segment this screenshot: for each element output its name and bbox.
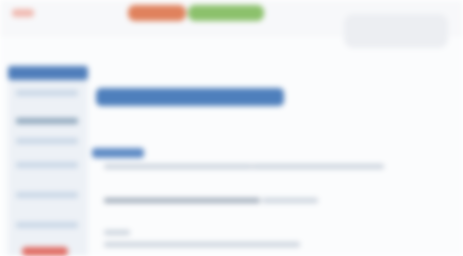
sidebar [8, 66, 88, 256]
content-text-line [104, 164, 252, 169]
content-text-line [252, 164, 384, 169]
sidebar-item[interactable] [16, 222, 78, 228]
sidebar-action-button[interactable] [22, 247, 68, 256]
search-input[interactable] [344, 14, 448, 48]
content-text-line [104, 198, 260, 203]
nav-tab-primary[interactable] [128, 5, 186, 21]
nav-tab-secondary[interactable] [188, 5, 264, 21]
content-text-line [104, 230, 130, 235]
sidebar-item[interactable] [16, 90, 78, 96]
page [0, 0, 463, 256]
content-text-line [262, 198, 318, 203]
sidebar-item[interactable] [16, 138, 78, 144]
section-title [92, 148, 144, 158]
main-banner [96, 88, 284, 106]
content-text-line [104, 242, 300, 247]
sidebar-header [8, 66, 88, 80]
sidebar-item[interactable] [16, 118, 78, 124]
sidebar-item[interactable] [16, 192, 78, 198]
sidebar-item[interactable] [16, 162, 78, 168]
brand-logo[interactable] [12, 9, 34, 17]
